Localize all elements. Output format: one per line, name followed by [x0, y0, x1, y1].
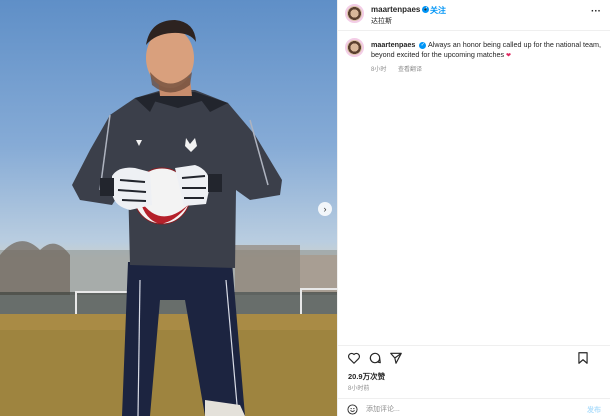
post-photo[interactable]: ›: [0, 0, 337, 416]
more-options-icon[interactable]: ···: [591, 6, 601, 17]
author-avatar[interactable]: [345, 4, 364, 23]
next-photo-button[interactable]: ›: [318, 202, 332, 216]
caption-text-block: maartenpaes ✓ Always an honor being call…: [371, 40, 603, 61]
comment-input[interactable]: [366, 402, 566, 416]
heart-outline-icon[interactable]: [347, 351, 361, 365]
bookmark-icon[interactable]: [576, 351, 590, 365]
caption-avatar[interactable]: [345, 38, 364, 57]
translate-link[interactable]: 查看翻译: [398, 67, 422, 73]
post-timestamp: 8小时前: [348, 386, 370, 392]
verified-badge-icon: ✓: [419, 41, 427, 49]
share-icon[interactable]: [389, 351, 403, 365]
comment-icon[interactable]: [368, 351, 382, 365]
caption-meta: 8小时 查看翻译: [371, 64, 432, 73]
chevron-right-icon: ›: [323, 204, 327, 214]
author-username[interactable]: maartenpaes: [371, 5, 420, 14]
separator-dot: •: [424, 5, 427, 14]
post-side-panel: maartenpaes ✓ • 关注 达拉斯 ··· maartenpaes ✓ …: [337, 0, 610, 416]
heart-icon: ❤: [506, 53, 512, 59]
post-comment-button[interactable]: 发布: [587, 405, 601, 415]
post-header: maartenpaes ✓ • 关注 达拉斯 ···: [338, 0, 610, 31]
smiley-icon[interactable]: [347, 404, 358, 415]
author-username-row: maartenpaes ✓: [371, 5, 430, 14]
caption-time: 8小时: [371, 67, 387, 73]
comment-bar: 发布: [338, 398, 610, 416]
action-bar: [338, 345, 610, 369]
post-location[interactable]: 达拉斯: [371, 16, 392, 26]
caption-username[interactable]: maartenpaes: [371, 40, 415, 49]
photo-illustration: [0, 20, 337, 416]
follow-button[interactable]: 关注: [430, 5, 446, 16]
like-count[interactable]: 20.9万次赞: [348, 371, 385, 382]
